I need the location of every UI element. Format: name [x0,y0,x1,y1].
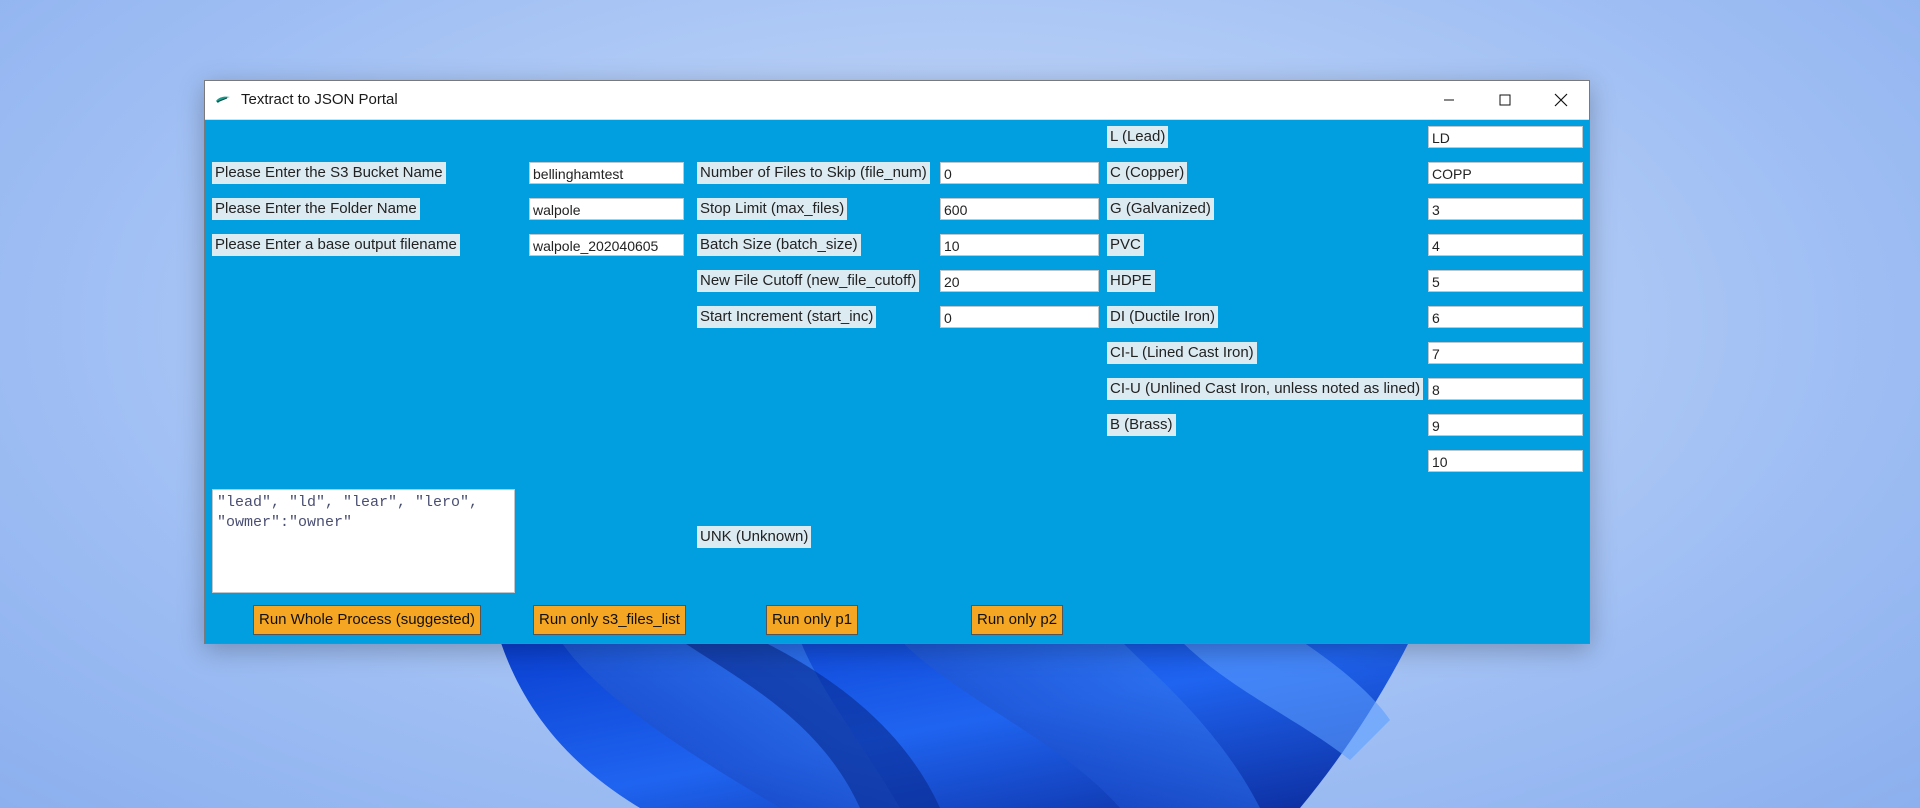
title-bar[interactable]: Textract to JSON Portal [205,81,1589,120]
file-num-label: Number of Files to Skip (file_num) [697,162,930,184]
maximize-icon [1499,94,1511,106]
material-lead-input[interactable]: LD [1428,126,1583,148]
close-icon [1554,93,1568,107]
material-copper-input[interactable]: COPP [1428,162,1583,184]
minimize-icon [1444,99,1454,101]
minimize-button[interactable] [1421,81,1477,119]
folder-name-label: Please Enter the Folder Name [212,198,420,220]
material-brass-input[interactable]: 9 [1428,414,1583,436]
window-title: Textract to JSON Portal [241,91,398,108]
folder-name-input[interactable]: walpole [529,198,684,220]
material-ductile-iron-input[interactable]: 6 [1428,306,1583,328]
material-galvanized-input[interactable]: 3 [1428,198,1583,220]
material-unlined-cast-iron-label: CI-U (Unlined Cast Iron, unless noted as… [1107,378,1424,400]
keywords-textarea[interactable]: "lead", "ld", "lear", "lero", "owmer":"o… [212,489,515,593]
s3-bucket-input[interactable]: bellinghamtest [529,162,684,184]
s3-bucket-label: Please Enter the S3 Bucket Name [212,162,446,184]
material-galvanized-label: G (Galvanized) [1107,198,1214,220]
new-file-cutoff-label: New File Cutoff (new_file_cutoff) [697,270,920,292]
output-filename-label: Please Enter a base output filename [212,234,460,256]
maximize-button[interactable] [1477,81,1533,119]
run-s3-files-list-button[interactable]: Run only s3_files_list [533,605,686,635]
material-lined-cast-iron-label: CI-L (Lined Cast Iron) [1107,342,1257,364]
unknown-label: UNK (Unknown) [697,526,812,548]
max-files-label: Stop Limit (max_files) [697,198,848,220]
material-hdpe-input[interactable]: 5 [1428,270,1583,292]
run-p1-button[interactable]: Run only p1 [766,605,859,635]
batch-size-input[interactable]: 10 [940,234,1099,256]
material-hdpe-label: HDPE [1107,270,1155,292]
material-ductile-iron-label: DI (Ductile Iron) [1107,306,1219,328]
start-inc-label: Start Increment (start_inc) [697,306,877,328]
batch-size-label: Batch Size (batch_size) [697,234,861,256]
material-extra-input[interactable]: 10 [1428,450,1583,472]
feather-icon [216,96,230,103]
file-num-input[interactable]: 0 [940,162,1099,184]
material-unlined-cast-iron-input[interactable]: 8 [1428,378,1583,400]
material-brass-label: B (Brass) [1107,414,1176,436]
app-window: Textract to JSON Portal Please Enter the… [204,80,1590,644]
run-p2-button[interactable]: Run only p2 [971,605,1064,635]
new-file-cutoff-input[interactable]: 20 [940,270,1099,292]
material-copper-label: C (Copper) [1107,162,1188,184]
material-lead-label: L (Lead) [1107,126,1169,148]
max-files-input[interactable]: 600 [940,198,1099,220]
output-filename-input[interactable]: walpole_202040605 [529,234,684,256]
run-whole-process-button[interactable]: Run Whole Process (suggested) [253,605,481,635]
material-pvc-label: PVC [1107,234,1144,256]
start-inc-input[interactable]: 0 [940,306,1099,328]
close-button[interactable] [1533,81,1589,119]
material-pvc-input[interactable]: 4 [1428,234,1583,256]
material-lined-cast-iron-input[interactable]: 7 [1428,342,1583,364]
